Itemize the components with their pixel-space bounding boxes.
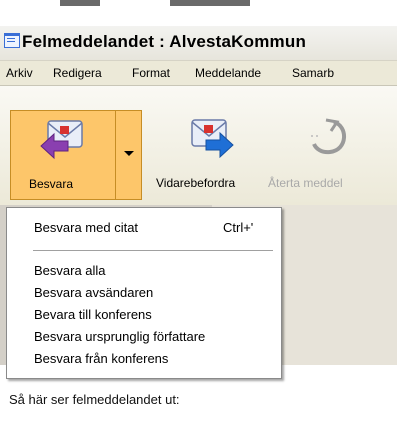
menu-item-reply-all[interactable]: Besvara alla: [7, 259, 281, 281]
reply-dropdown-menu: Besvara med citat Ctrl+' Besvara alla Be…: [6, 207, 282, 379]
menu-item-label: Besvara med citat: [34, 220, 139, 235]
reply-split-button: Besvara: [10, 110, 142, 200]
forward-button[interactable]: Vidarebefordra: [150, 110, 262, 200]
reply-dropdown-button[interactable]: [116, 111, 141, 199]
menu-item-label: Besvara avsändaren: [34, 285, 154, 300]
menu-item-reply-original-author[interactable]: Besvara ursprunglig författare: [7, 325, 281, 347]
menu-format[interactable]: Format: [132, 66, 170, 80]
title-bar[interactable]: Felmeddelandet : AlvestaKommun: [0, 26, 397, 61]
menu-arkiv[interactable]: Arkiv: [6, 66, 33, 80]
reply-icon: [40, 120, 83, 160]
message-icon: [4, 33, 20, 48]
menu-separator: [33, 250, 273, 251]
menu-item-shortcut: Ctrl+': [223, 220, 254, 235]
menu-meddelande[interactable]: Meddelande: [195, 66, 261, 80]
forward-label: Vidarebefordra: [156, 176, 236, 190]
chevron-down-icon: [124, 151, 134, 156]
menu-item-reply-from-conference[interactable]: Besvara från konferens: [7, 347, 281, 369]
menu-item-label: Bevara till konferens: [34, 307, 152, 322]
toolbar: Besvara Vidarebefordra Återta meddel: [0, 86, 397, 205]
menu-item-label: Besvara från konferens: [34, 351, 169, 366]
recall-icon: [311, 118, 346, 155]
menu-item-reply-sender[interactable]: Besvara avsändaren: [7, 281, 281, 303]
reply-button[interactable]: Besvara: [11, 111, 115, 199]
menu-bar: Arkiv Redigera Format Meddelande Samarb: [0, 61, 397, 86]
previous-window-strip: [0, 0, 397, 26]
menu-redigera[interactable]: Redigera: [53, 66, 102, 80]
menu-item-reply-with-quote[interactable]: Besvara med citat Ctrl+': [7, 216, 281, 238]
recall-button[interactable]: Återta meddel: [262, 110, 397, 200]
recall-label: Återta meddel: [268, 176, 343, 190]
background-window-edge: [60, 0, 100, 6]
forward-icon: [191, 119, 234, 159]
background-window-edge: [170, 0, 250, 6]
reply-label: Besvara: [29, 177, 74, 191]
menu-samarbete[interactable]: Samarb: [292, 66, 334, 80]
body-text: Så här ser felmeddelandet ut:: [9, 392, 180, 407]
menu-item-label: Besvara ursprunglig författare: [34, 329, 206, 344]
window-title: Felmeddelandet : AlvestaKommun: [22, 32, 307, 51]
menu-item-label: Besvara alla: [34, 263, 106, 278]
menu-item-reply-to-conference[interactable]: Bevara till konferens: [7, 303, 281, 325]
